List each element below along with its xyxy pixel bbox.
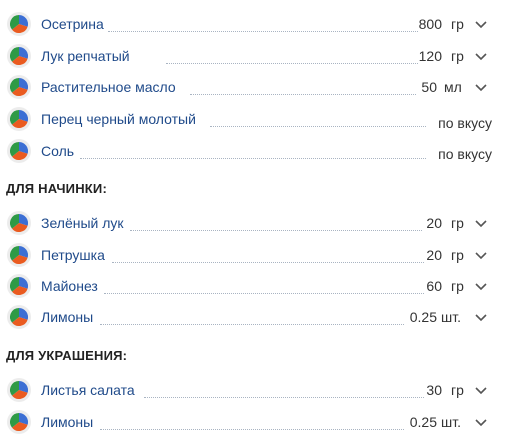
ingredient-quantity: 0.25 — [409, 414, 437, 430]
ingredient-row: Листья салата 30 гр — [0, 378, 506, 402]
ingredient-name-link[interactable]: Соль — [41, 143, 77, 159]
ingredient-row: Лук репчатый 120 гр — [0, 44, 506, 68]
dotted-leader — [112, 262, 424, 263]
section-heading: ДЛЯ УКРАШЕНИЯ: — [6, 348, 128, 363]
nutrition-pie-icon[interactable] — [7, 211, 31, 235]
section-heading: ДЛЯ НАЧИНКИ: — [6, 181, 107, 196]
unit-select[interactable]: гр — [451, 215, 464, 231]
ingredient-quantity: по вкусу — [438, 146, 492, 162]
ingredient-row: Перец черный молотый по вкусу — [0, 107, 506, 131]
ingredient-quantity: 120 — [418, 48, 442, 64]
ingredient-name-link[interactable]: Зелёный лук — [41, 215, 126, 231]
ingredient-name-link[interactable]: Осетрина — [41, 16, 106, 32]
dotted-leader — [130, 230, 422, 231]
chevron-down-icon[interactable] — [474, 415, 488, 429]
unit-select[interactable]: гр — [451, 16, 464, 32]
dotted-leader — [108, 31, 418, 32]
ingredient-quantity: 60 — [426, 278, 442, 294]
nutrition-pie-icon[interactable] — [7, 274, 31, 298]
unit-select[interactable]: шт. — [441, 309, 461, 325]
nutrition-pie-icon[interactable] — [7, 243, 31, 267]
ingredient-quantity: 50 — [421, 79, 437, 95]
ingredient-row: Зелёный лук 20 гр — [0, 211, 506, 235]
dotted-leader — [144, 397, 424, 398]
chevron-down-icon[interactable] — [474, 310, 488, 324]
ingredient-row: Осетрина 800 гр — [0, 12, 506, 36]
ingredient-name-link[interactable]: Листья салата — [41, 382, 137, 398]
ingredient-quantity: 20 — [426, 247, 442, 263]
chevron-down-icon[interactable] — [474, 279, 488, 293]
ingredient-name-link[interactable]: Петрушка — [41, 247, 107, 263]
dotted-leader — [210, 126, 426, 127]
nutrition-pie-icon[interactable] — [7, 410, 31, 434]
dotted-leader — [190, 94, 416, 95]
chevron-down-icon[interactable] — [474, 383, 488, 397]
ingredient-quantity: 30 — [426, 382, 442, 398]
unit-select[interactable]: гр — [451, 382, 464, 398]
chevron-down-icon[interactable] — [474, 80, 488, 94]
ingredient-name-link[interactable]: Лимоны — [41, 309, 96, 325]
chevron-down-icon[interactable] — [474, 216, 488, 230]
chevron-down-icon[interactable] — [474, 49, 488, 63]
unit-select[interactable]: мл — [444, 79, 462, 95]
dotted-leader — [166, 63, 418, 64]
nutrition-pie-icon[interactable] — [7, 305, 31, 329]
nutrition-pie-icon[interactable] — [7, 75, 31, 99]
ingredient-name-link[interactable]: Перец черный молотый — [41, 111, 198, 127]
ingredient-quantity: 0.25 — [409, 309, 437, 325]
ingredient-name-link[interactable]: Лук репчатый — [41, 48, 132, 64]
unit-select[interactable]: гр — [451, 48, 464, 64]
ingredient-quantity: 20 — [426, 215, 442, 231]
nutrition-pie-icon[interactable] — [7, 12, 31, 36]
ingredient-row: Растительное масло 50 мл — [0, 75, 506, 99]
ingredient-row: Соль по вкусу — [0, 139, 506, 163]
ingredient-name-link[interactable]: Лимоны — [41, 414, 96, 430]
chevron-down-icon[interactable] — [474, 17, 488, 31]
unit-select[interactable]: гр — [451, 278, 464, 294]
chevron-down-icon[interactable] — [474, 248, 488, 262]
ingredient-quantity: 800 — [418, 16, 442, 32]
nutrition-pie-icon[interactable] — [7, 139, 31, 163]
unit-select[interactable]: шт. — [441, 414, 461, 430]
dotted-leader — [80, 158, 426, 159]
ingredient-name-link[interactable]: Майонез — [41, 278, 100, 294]
ingredient-row: Петрушка 20 гр — [0, 243, 506, 267]
dotted-leader — [100, 429, 404, 430]
ingredient-row: Лимоны 0.25 шт. — [0, 305, 506, 329]
ingredient-row: Лимоны 0.25 шт. — [0, 410, 506, 434]
dotted-leader — [100, 324, 404, 325]
dotted-leader — [104, 293, 424, 294]
nutrition-pie-icon[interactable] — [7, 378, 31, 402]
ingredient-name-link[interactable]: Растительное масло — [41, 79, 178, 95]
nutrition-pie-icon[interactable] — [7, 107, 31, 131]
unit-select[interactable]: гр — [451, 247, 464, 263]
ingredient-row: Майонез 60 гр — [0, 274, 506, 298]
ingredient-list: Осетрина 800 гр Лук репчатый 120 гр Раст… — [0, 0, 506, 444]
ingredient-quantity: по вкусу — [438, 115, 492, 131]
nutrition-pie-icon[interactable] — [7, 44, 31, 68]
